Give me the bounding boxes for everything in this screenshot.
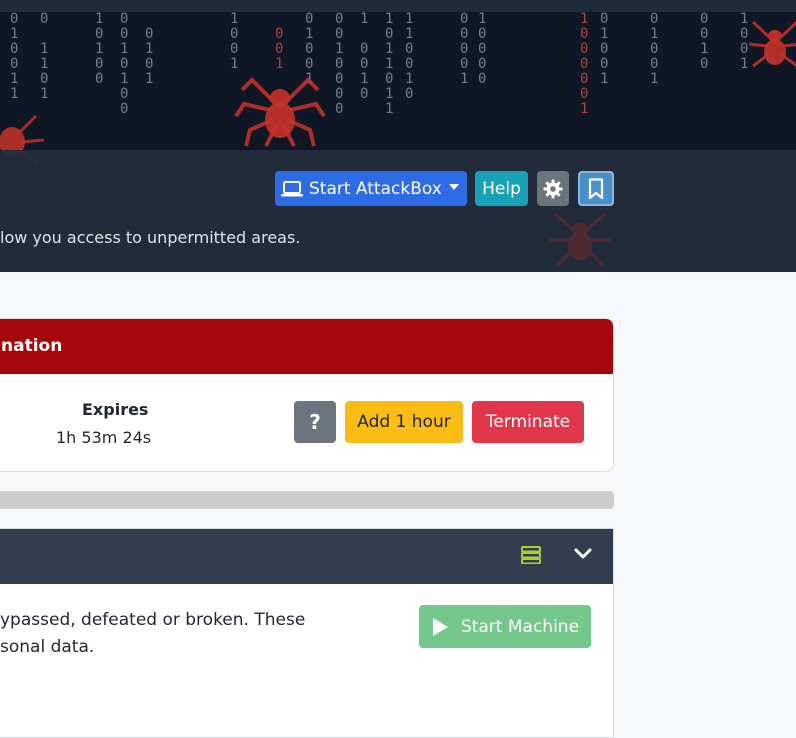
settings-button[interactable] <box>537 171 569 206</box>
start-machine-button[interactable]: Start Machine <box>419 605 591 648</box>
terminate-button[interactable]: Terminate <box>472 401 584 443</box>
task-header[interactable] <box>0 529 613 584</box>
gear-icon <box>543 179 563 198</box>
bookmark-button[interactable] <box>578 171 614 206</box>
info-question-button[interactable]: ? <box>294 401 336 443</box>
machine-info-panel: nation <box>0 318 614 472</box>
spider-icon <box>234 77 326 147</box>
task-text-line: sonal data. <box>0 637 95 657</box>
task-text-line: ypassed, defeated or broken. These <box>0 610 306 630</box>
laptop-icon <box>281 180 303 196</box>
room-description: low you access to unpermitted areas. <box>0 228 301 247</box>
play-icon <box>432 617 448 636</box>
start-attackbox-button[interactable]: Start AttackBox <box>275 171 467 206</box>
server-icon <box>521 546 541 564</box>
expires-label: Expires <box>82 400 149 419</box>
top-nav-bar <box>0 0 796 12</box>
machine-info-title: nation <box>1 336 63 356</box>
spider-icon <box>748 20 796 68</box>
start-machine-label: Start Machine <box>460 616 580 637</box>
matrix-background: 0 1 0 0 1 1 0 1 1 0 1 1 0 1 0 0 0 0 1 0 … <box>0 12 796 152</box>
expires-value: 1h 53m 24s <box>56 428 152 447</box>
task-description: ypassed, defeated or broken. These sonal… <box>0 607 305 661</box>
bookmark-icon <box>588 177 604 199</box>
machine-info-header: nation <box>0 319 613 374</box>
progress-bar <box>0 491 614 509</box>
help-button[interactable]: Help <box>475 171 528 206</box>
spider-icon <box>549 212 611 268</box>
start-attackbox-label: Start AttackBox <box>309 178 442 199</box>
add-hour-button[interactable]: Add 1 hour <box>345 401 463 443</box>
chevron-down-icon[interactable] <box>449 184 459 190</box>
hero-overlay <box>0 150 796 272</box>
chevron-down-icon[interactable] <box>574 548 592 560</box>
